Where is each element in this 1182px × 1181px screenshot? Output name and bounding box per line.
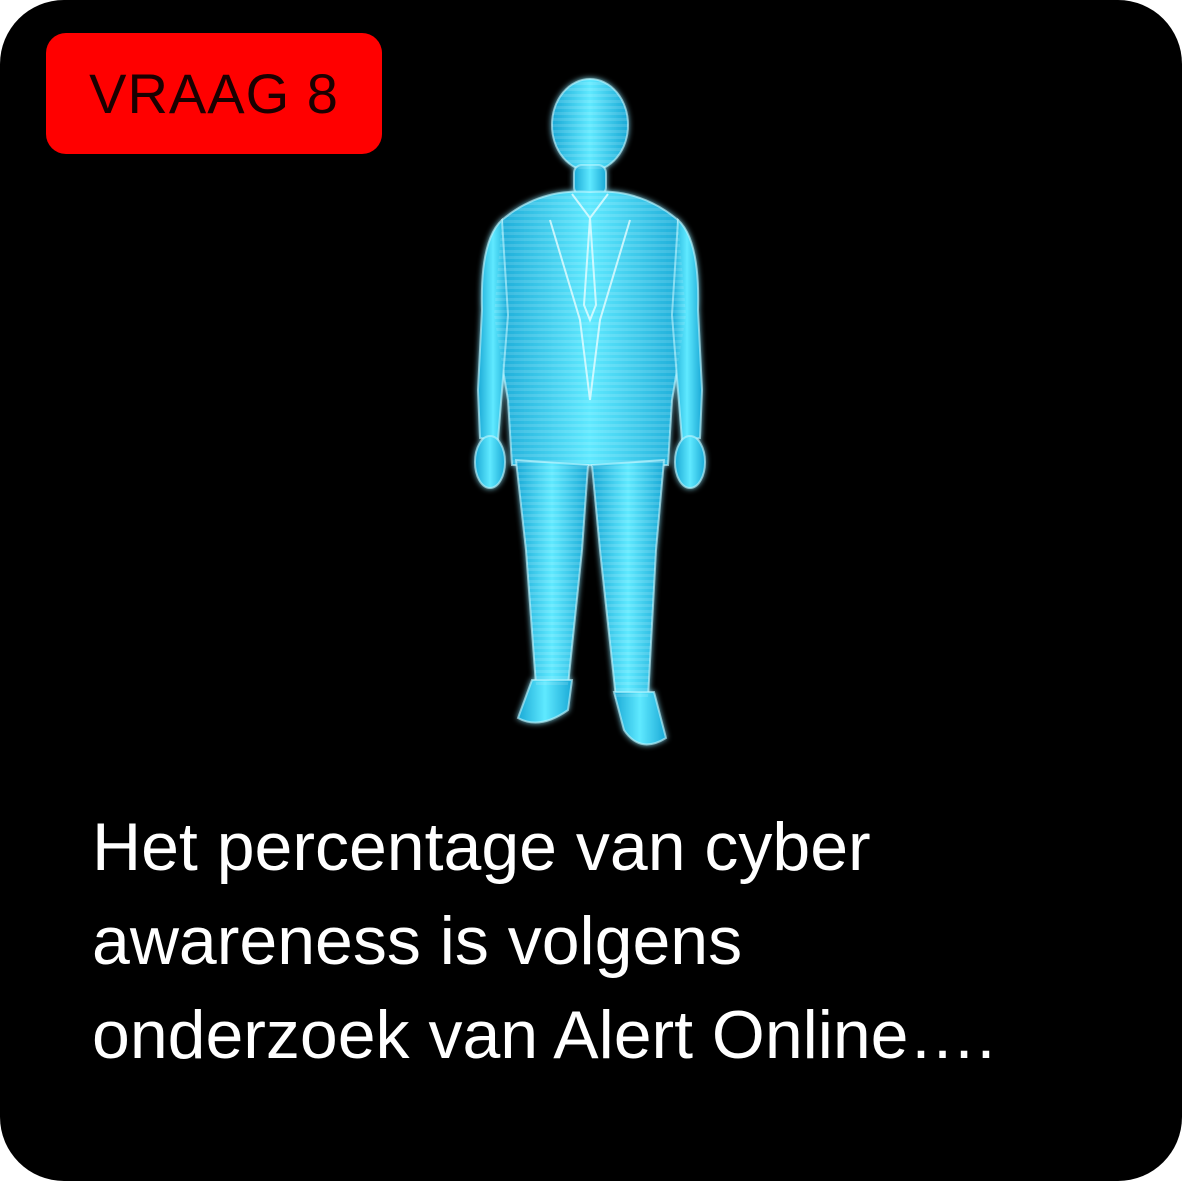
question-number-badge: VRAAG 8 bbox=[46, 33, 382, 154]
hologram-man-icon bbox=[474, 78, 706, 746]
question-line-2: awareness is volgens bbox=[92, 903, 743, 979]
question-text: Het percentage van cyber awareness is vo… bbox=[92, 800, 1152, 1082]
question-line-1: Het percentage van cyber bbox=[92, 809, 871, 885]
question-number-label: VRAAG 8 bbox=[89, 62, 339, 125]
question-line-3: onderzoek van Alert Online…. bbox=[92, 997, 996, 1073]
question-card: VRAAG 8 Het percentage van cyber awarene… bbox=[0, 0, 1182, 1181]
